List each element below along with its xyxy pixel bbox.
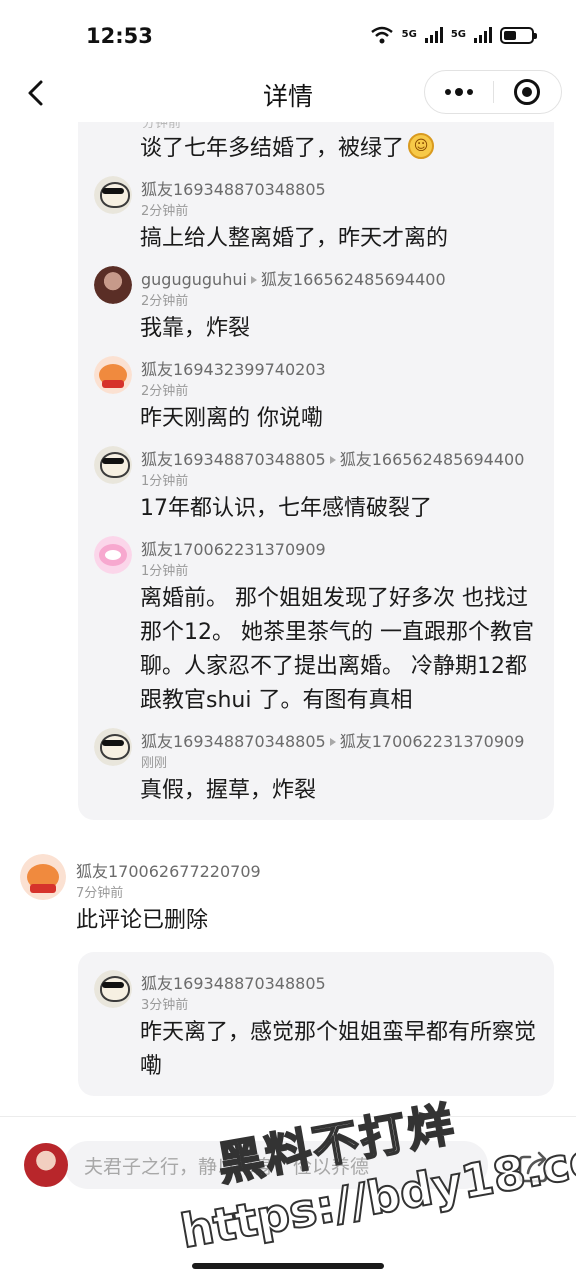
avatar[interactable] <box>20 854 66 900</box>
reply-text: 搞上给人整离婚了，昨天才离的 <box>140 226 449 251</box>
reply-time: 1分钟前 <box>141 474 189 489</box>
reply-text: 谈了七年多结婚了，被绿了 ☺ <box>140 130 435 162</box>
nav-bar: 详情 <box>0 64 576 122</box>
avatar[interactable] <box>94 536 132 574</box>
mini-program-capsule <box>424 70 562 114</box>
avatar[interactable] <box>94 728 132 766</box>
signal-icon-2 <box>474 27 492 43</box>
wifi-icon <box>370 26 393 44</box>
record-icon <box>514 79 541 105</box>
more-button[interactable] <box>425 71 493 113</box>
reply-text: 我靠，炸裂 <box>140 316 251 341</box>
reply-text: 真假，握草，炸裂 <box>140 778 317 803</box>
reply-time: 3分钟前 <box>141 998 189 1013</box>
reply-item[interactable]: 狐友169348870348805 狐友166562485694400 1分钟前 … <box>94 446 544 526</box>
reply-author[interactable]: 狐友169348870348805 <box>141 970 326 994</box>
reply-text: 离婚前。 那个姐姐发现了好多次 也找过那个12。 她茶里茶气的 一直跟那个教官聊… <box>140 586 534 713</box>
reply-item[interactable]: guguguguhui 狐友166562485694400 2分钟前 我靠，炸裂 <box>94 266 544 346</box>
reply-item[interactable]: 狐友169432399740203 2分钟前 昨天刚离的 你说嘞 <box>94 356 544 436</box>
avatar[interactable] <box>94 446 132 484</box>
more-icon <box>444 88 473 96</box>
close-button[interactable] <box>494 71 562 113</box>
battery-icon <box>500 26 537 44</box>
reply-time: 2分钟前 <box>141 384 189 399</box>
reply-author[interactable]: 狐友169348870348805 狐友170062231370909 <box>141 728 524 752</box>
reply-time: 1分钟前 <box>141 564 189 579</box>
status-bar: 12:53 5G 5G <box>0 0 576 72</box>
reply-author[interactable]: guguguguhui 狐友166562485694400 <box>141 266 446 290</box>
avatar[interactable] <box>94 266 132 304</box>
comment-input-bar: 夫君子之行，静以修身，俭以养德 <box>0 1116 576 1280</box>
signal-icon <box>424 27 443 43</box>
status-icons: 5G 5G <box>370 26 537 44</box>
reply-text: 昨天刚离的 你说嘞 <box>140 406 323 431</box>
network-label: 5G <box>401 29 417 40</box>
comment-input[interactable]: 夫君子之行，静以修身，俭以养德 <box>64 1141 488 1189</box>
reply-arrow-icon <box>250 275 257 284</box>
reply-author[interactable]: 狐友169348870348805 <box>141 176 326 200</box>
reply-text: 17年都认识，七年感情破裂了 <box>140 496 432 521</box>
reply-author[interactable]: 狐友169348870348805 狐友166562485694400 <box>141 446 524 470</box>
home-indicator <box>192 1263 384 1269</box>
reply-time: 刚刚 <box>141 756 168 771</box>
reply-time: 2分钟前 <box>141 294 189 309</box>
reply-item[interactable]: 狐友170062231370909 1分钟前 离婚前。 那个姐姐发现了好多次 也… <box>94 536 544 716</box>
comment-text: 此评论已删除 <box>76 908 209 933</box>
reply-item[interactable]: 狐友169348870348805 2分钟前 搞上给人整离婚了，昨天才离的 <box>94 176 544 256</box>
comment-author[interactable]: 狐友170062677220709 <box>76 858 261 882</box>
reply-author[interactable]: 狐友169432399740203 <box>141 356 326 380</box>
share-icon[interactable] <box>514 1147 552 1185</box>
avatar[interactable] <box>94 970 132 1008</box>
reply-arrow-icon <box>329 455 336 464</box>
reply-author[interactable]: 狐友170062231370909 <box>141 536 326 560</box>
truncated-time: 分钟前 <box>142 122 181 128</box>
status-time: 12:53 <box>86 24 153 48</box>
reply-text: 昨天离了，感觉那个姐姐蛮早都有所察觉嘞 <box>140 1020 537 1079</box>
comment-time: 7分钟前 <box>76 886 124 901</box>
emoji-icon: ☺ <box>408 133 435 159</box>
reply-time: 2分钟前 <box>141 204 189 219</box>
network-label-2: 5G <box>450 29 466 40</box>
input-placeholder: 夫君子之行，静以修身，俭以养德 <box>84 1155 370 1178</box>
avatar[interactable] <box>94 356 132 394</box>
reply-item[interactable]: 狐友169348870348805 狐友170062231370909 刚刚 真假… <box>94 728 544 808</box>
comment-thread: 分钟前 谈了七年多结婚了，被绿了 ☺ 狐友169348870348805 2分钟… <box>0 122 576 1116</box>
avatar[interactable] <box>94 176 132 214</box>
reply-arrow-icon <box>329 737 336 746</box>
my-avatar[interactable] <box>24 1143 68 1187</box>
thread-top-text: 谈了七年多结婚了，被绿了 <box>140 136 405 161</box>
reply-item[interactable]: 狐友169348870348805 3分钟前 昨天离了，感觉那个姐姐蛮早都有所察… <box>94 970 544 1080</box>
